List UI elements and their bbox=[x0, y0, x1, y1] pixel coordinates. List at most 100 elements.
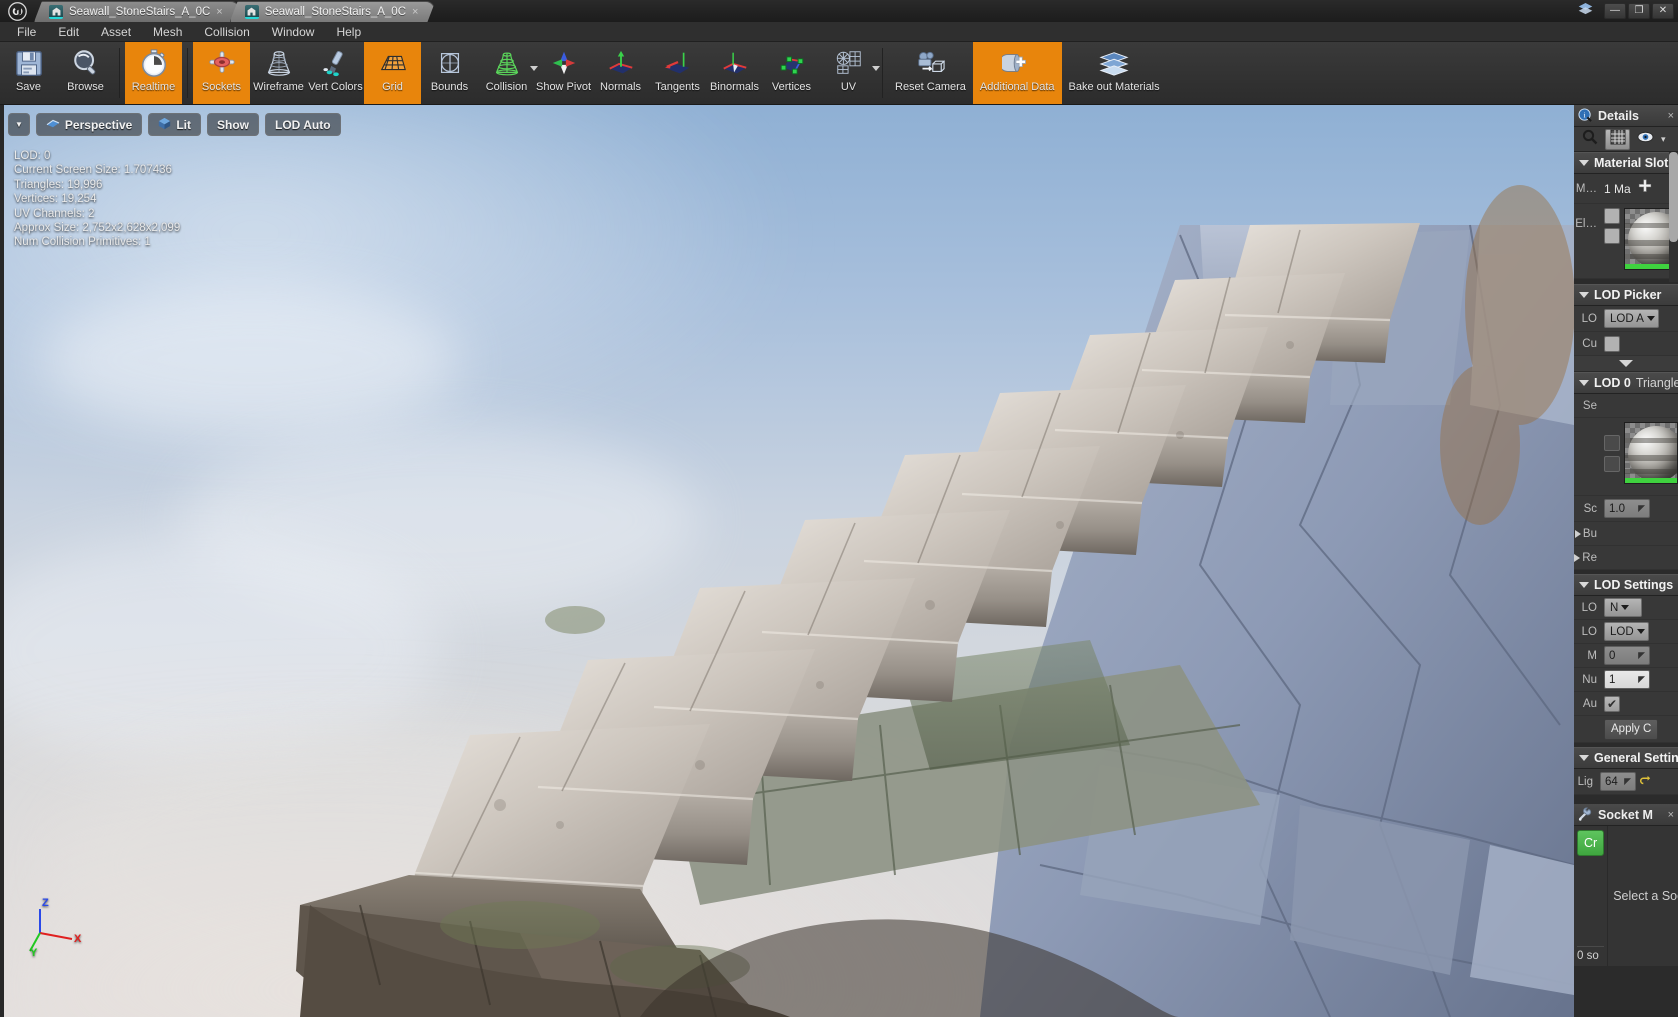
collision-icon bbox=[490, 46, 524, 80]
menu-file[interactable]: File bbox=[6, 22, 47, 42]
plus-icon[interactable] bbox=[1638, 179, 1652, 198]
section-cast-shadow-toggle[interactable] bbox=[1604, 434, 1620, 451]
close-icon[interactable]: × bbox=[412, 6, 418, 18]
element-highlight-toggle[interactable] bbox=[1604, 228, 1620, 244]
material-band bbox=[1625, 469, 1677, 474]
toolbar-reset-camera-label: Reset Camera bbox=[895, 81, 966, 93]
light-map-resolution-input[interactable]: 64 ◤ bbox=[1600, 772, 1636, 791]
element-use-material-toggle[interactable] bbox=[1604, 208, 1620, 224]
menu-help[interactable]: Help bbox=[325, 22, 372, 42]
editor-tab-0[interactable]: Seawall_StoneStairs_A_0C × bbox=[34, 1, 240, 22]
section-header-general-settings[interactable]: General Settings bbox=[1574, 747, 1678, 769]
apply-changes-button[interactable]: Apply C bbox=[1604, 718, 1659, 740]
scale-input[interactable]: 1.0 ◤ bbox=[1604, 499, 1650, 518]
viewport-lod-button[interactable]: LOD Auto bbox=[264, 113, 341, 136]
section-visible-toggle[interactable] bbox=[1604, 455, 1620, 472]
details-property-matrix-button[interactable] bbox=[1605, 128, 1630, 150]
property-label: Re bbox=[1574, 552, 1600, 564]
toolbar-reset-camera-button[interactable]: Reset Camera bbox=[888, 42, 973, 104]
viewport-axis-gizmo: Z X Y bbox=[22, 895, 82, 959]
toolbar-vert-colors-button[interactable]: Vert Colors bbox=[307, 42, 364, 104]
toolbar-uv-button[interactable]: UV bbox=[820, 42, 880, 104]
toolbar-binormals-label: Binormals bbox=[710, 81, 759, 93]
spinner-icon[interactable]: ◤ bbox=[1638, 650, 1645, 661]
toolbar-additional-data-button[interactable]: Additional Data bbox=[972, 42, 1062, 104]
property-row-build-settings[interactable]: Bu bbox=[1574, 522, 1678, 546]
reset-arrow-icon[interactable] bbox=[1639, 773, 1651, 791]
close-button[interactable]: ✕ bbox=[1652, 2, 1674, 19]
binormals-icon bbox=[718, 46, 752, 80]
toolbar-grid-button[interactable]: Grid bbox=[364, 42, 421, 104]
section-header-lod-settings[interactable]: LOD Settings bbox=[1574, 574, 1678, 596]
custom-lods-checkbox[interactable] bbox=[1604, 335, 1620, 352]
property-row-sections[interactable]: Se bbox=[1574, 394, 1678, 418]
toolbar-wireframe-button[interactable]: Wireframe bbox=[250, 42, 307, 104]
section-header-lod-0[interactable]: LOD 0 Triangles bbox=[1574, 372, 1678, 394]
viewport-options-button[interactable]: ▼ bbox=[8, 113, 30, 136]
menu-mesh[interactable]: Mesh bbox=[142, 22, 193, 42]
toolbar-bake-out-materials-button[interactable]: Bake out Materials bbox=[1062, 42, 1167, 104]
lit-cube-icon bbox=[158, 117, 171, 133]
viewport-lighting-button[interactable]: Lit bbox=[148, 113, 201, 136]
close-icon[interactable]: × bbox=[1668, 110, 1674, 122]
toolbar-show-pivot-button[interactable]: Show Pivot bbox=[535, 42, 592, 104]
create-socket-button[interactable]: Cr bbox=[1577, 830, 1605, 856]
toolbar-save-button[interactable]: Save bbox=[0, 42, 57, 104]
toolbar-vertices-label: Vertices bbox=[771, 81, 812, 93]
details-visibility-button[interactable] bbox=[1633, 129, 1658, 150]
socket-manager-tab[interactable]: Socket M × bbox=[1574, 804, 1678, 826]
toolbar-sockets-button[interactable]: Sockets bbox=[193, 42, 250, 104]
details-panel-tab[interactable]: i Details × bbox=[1574, 105, 1678, 127]
details-scrollbar-thumb[interactable] bbox=[1669, 152, 1678, 242]
property-row-reduction-settings[interactable]: Re bbox=[1574, 546, 1678, 570]
lod-picker-expand-footer[interactable] bbox=[1574, 356, 1678, 372]
toolbar-binormals-button[interactable]: Binormals bbox=[706, 42, 763, 104]
viewport-view-mode-button[interactable]: Perspective bbox=[35, 113, 143, 136]
bake-materials-icon bbox=[1097, 46, 1131, 80]
editor-tab-1[interactable]: Seawall_StoneStairs_A_0C × bbox=[230, 1, 436, 22]
toolbar-vertices-button[interactable]: Vertices bbox=[763, 42, 820, 104]
section-header-lod-picker[interactable]: LOD Picker bbox=[1574, 284, 1678, 306]
menu-edit[interactable]: Edit bbox=[47, 22, 90, 42]
section-header-material-slots[interactable]: Material Slots bbox=[1574, 152, 1678, 174]
menu-window[interactable]: Window bbox=[261, 22, 326, 42]
toolbar-collision-button[interactable]: Collision bbox=[478, 42, 538, 104]
details-search-button[interactable] bbox=[1577, 129, 1602, 150]
material-thumbnail[interactable] bbox=[1624, 422, 1678, 484]
editor-tab-label: Seawall_StoneStairs_A_0C bbox=[264, 6, 406, 18]
toolbar-realtime-button[interactable]: Realtime bbox=[125, 42, 182, 104]
spinner-icon[interactable]: ◤ bbox=[1638, 503, 1645, 514]
number-of-lods-input[interactable]: 1 ◤ bbox=[1604, 670, 1650, 689]
svg-text:i: i bbox=[1584, 110, 1586, 119]
gizmo-label-x: X bbox=[74, 933, 82, 945]
toolbar-bake-out-materials-label: Bake out Materials bbox=[1068, 81, 1160, 93]
property-label: LO bbox=[1581, 312, 1597, 325]
maximize-button[interactable]: ❐ bbox=[1628, 2, 1650, 19]
lod-import-select[interactable]: LOD bbox=[1604, 622, 1649, 641]
property-label: Sc bbox=[1583, 502, 1597, 515]
menu-collision[interactable]: Collision bbox=[193, 22, 260, 42]
min-lod-input[interactable]: 0 ◤ bbox=[1604, 646, 1650, 665]
toolbar-normals-button[interactable]: Normals bbox=[592, 42, 649, 104]
toolbar-bounds-button[interactable]: Bounds bbox=[421, 42, 478, 104]
spinner-icon[interactable]: ◤ bbox=[1638, 674, 1645, 685]
property-label: Cu bbox=[1582, 337, 1597, 350]
spinner-icon[interactable]: ◤ bbox=[1624, 776, 1631, 787]
lod-group-select[interactable]: N bbox=[1604, 598, 1642, 617]
close-icon[interactable]: × bbox=[1668, 809, 1674, 821]
mesh-viewport[interactable]: ▼ Perspective Lit Show LOD Auto LOD: 0 C… bbox=[0, 105, 1574, 1017]
minimize-button[interactable]: — bbox=[1604, 2, 1626, 19]
lod-select[interactable]: LOD A bbox=[1604, 309, 1659, 328]
section-title: Material Slots bbox=[1594, 156, 1676, 170]
viewport-show-label: Show bbox=[216, 117, 249, 132]
viewport-show-button[interactable]: Show bbox=[206, 113, 259, 136]
close-icon[interactable]: × bbox=[216, 6, 222, 18]
menu-asset[interactable]: Asset bbox=[90, 22, 142, 42]
toolbar-browse-button[interactable]: Browse bbox=[57, 42, 114, 104]
chevron-down-icon[interactable]: ▾ bbox=[1661, 134, 1666, 145]
auto-compute-lod-checkbox[interactable]: ✔ bbox=[1604, 695, 1620, 712]
chevron-down-icon[interactable] bbox=[872, 66, 880, 71]
toolbar-tangents-button[interactable]: Tangents bbox=[649, 42, 706, 104]
property-row-lod-import: LO LOD bbox=[1574, 620, 1678, 644]
stat-vertices: Vertices: 19,254 bbox=[14, 193, 97, 206]
